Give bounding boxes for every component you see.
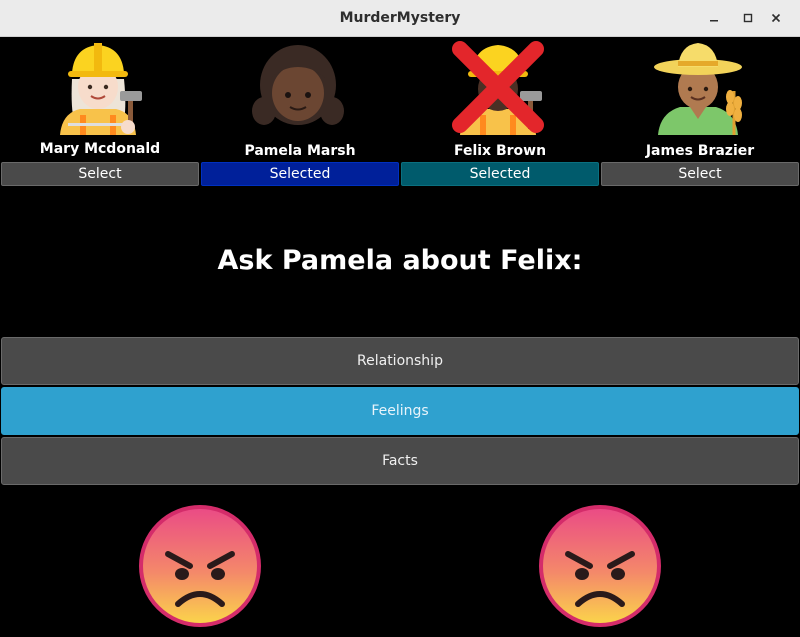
angry-face-icon [539,505,661,627]
window-title: MurderMystery [339,10,461,26]
select-button-pamela[interactable]: Selected [201,162,399,186]
select-button-mary[interactable]: Select [1,162,199,186]
character-name: Mary Mcdonald [39,141,161,157]
select-button-felix[interactable]: Selected [401,162,599,186]
topic-button-relationship[interactable]: Relationship [1,337,799,385]
woman-construction-worker-icon [60,43,142,135]
title-bar: MurderMystery [0,0,800,37]
minimize-icon [710,20,718,22]
angry-face-icon [139,505,261,627]
maximize-button[interactable] [736,6,760,30]
main-content: Mary Mcdonald Select Pamela Marsh Select… [0,37,800,637]
close-icon [771,13,781,23]
cross-mark-icon [452,41,544,133]
question-heading: Ask Pamela about Felix: [217,245,583,276]
topic-button-feelings[interactable]: Feelings [1,387,799,435]
character-name: James Brazier [645,143,755,159]
topic-button-facts[interactable]: Facts [1,437,799,485]
close-button[interactable] [764,6,788,30]
character-card-pamela: Pamela Marsh Selected [200,37,400,187]
character-name: Felix Brown [453,143,547,159]
maximize-icon [743,13,753,23]
character-card-felix: Felix Brown Selected [400,37,600,187]
select-button-james[interactable]: Select [601,162,799,186]
character-name: Pamela Marsh [244,143,356,159]
girl-icon [252,45,344,125]
farmer-icon [654,43,742,135]
character-card-mary: Mary Mcdonald Select [0,37,200,187]
minimize-button[interactable] [702,6,726,30]
character-card-james: James Brazier Select [600,37,800,187]
